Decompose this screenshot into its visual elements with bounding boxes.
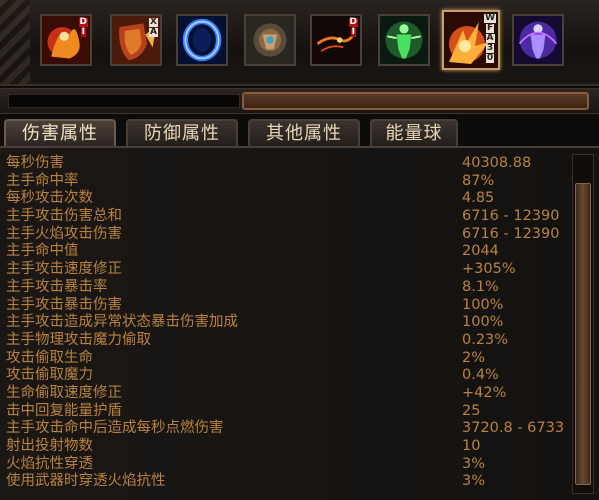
- stat-row: 主手物理攻击魔力偷取 0.23%: [6, 331, 566, 349]
- stat-label: 主手攻击伤害总和: [6, 208, 122, 225]
- stat-label: 主手攻击速度修正: [6, 261, 122, 278]
- stat-value: 40308.88: [462, 155, 532, 171]
- stat-row: 主手命中率 87%: [6, 172, 566, 190]
- stat-label: 主手命中值: [6, 243, 79, 260]
- stat-row: 射出投射物数 10: [6, 437, 566, 455]
- stat-row: 主手攻击速度修正 +305%: [6, 260, 566, 278]
- empty-bar: [8, 94, 240, 108]
- skill-tag: 0: [485, 53, 495, 63]
- skill-tags: XA: [149, 18, 158, 38]
- skill-tag: 3: [485, 43, 495, 53]
- skill-tag: I: [350, 27, 356, 37]
- stat-value: 6716 - 12390: [462, 208, 560, 225]
- stat-value: 10: [462, 438, 481, 454]
- stat-row: 主手火焰攻击伤害 6716 - 12390: [6, 225, 566, 243]
- stat-value: 25: [462, 402, 481, 419]
- stat-row: 攻击偷取生命 2%: [6, 349, 566, 367]
- tab-defense[interactable]: 防御属性: [126, 119, 238, 147]
- stat-value: 100%: [462, 296, 504, 313]
- stat-row: 使用武器时穿透火焰抗性 3%: [6, 472, 566, 490]
- stat-row: 主手攻击暴击伤害 100%: [6, 296, 566, 314]
- skill-tags: WFA30: [484, 14, 496, 64]
- stat-label: 攻击偷取生命: [6, 349, 93, 366]
- skill-bar: DI XA DI WFA30: [0, 0, 599, 86]
- stat-label: 主手火焰攻击伤害: [6, 225, 122, 242]
- stat-row: 每秒攻击次数 4.85: [6, 189, 566, 207]
- skill-tags: DI: [348, 17, 358, 38]
- stats-list: 每秒伤害 40308.88 主手命中率 87% 每秒攻击次数 4.85 主手攻击伤害总和 67…: [6, 154, 566, 498]
- tab-other[interactable]: 其他属性: [248, 119, 360, 147]
- stat-value: 2044: [462, 243, 499, 260]
- blue-portal-skill-icon[interactable]: [176, 14, 228, 66]
- stat-value: 3%: [462, 455, 486, 472]
- scrollbar[interactable]: [572, 154, 594, 494]
- shield-charge-skill-icon[interactable]: XA: [110, 14, 162, 66]
- skill-tag: A: [149, 27, 158, 37]
- stat-label: 射出投射物数: [6, 438, 93, 454]
- stat-row: 火焰抗性穿透 3%: [6, 455, 566, 473]
- stat-label: 主手命中率: [6, 172, 79, 189]
- stat-label: 每秒伤害: [6, 155, 64, 171]
- purple-aura-figure-skill-icon[interactable]: [512, 14, 564, 66]
- skill-tags: DI: [78, 17, 88, 38]
- skill-tag: D: [348, 17, 358, 27]
- stat-value: 87%: [462, 172, 495, 189]
- stat-value: +305%: [462, 261, 516, 278]
- mechanical-totem-skill-icon[interactable]: [244, 14, 296, 66]
- stat-label: 攻击偷取魔力: [6, 367, 93, 384]
- stat-label: 火焰抗性穿透: [6, 455, 93, 472]
- stat-row: 主手攻击造成异常状态暴击伤害加成 100%: [6, 313, 566, 331]
- stat-label: 击中回复能量护盾: [6, 402, 122, 419]
- stat-value: 2%: [462, 349, 486, 366]
- stat-value: 6716 - 12390: [462, 225, 560, 242]
- stat-value: 100%: [462, 314, 504, 331]
- tab-damage[interactable]: 伤害属性: [4, 119, 116, 147]
- stat-row: 生命偷取速度修正 +42%: [6, 384, 566, 402]
- stat-value: 0.4%: [462, 367, 499, 384]
- stat-row: 主手命中值 2044: [6, 242, 566, 260]
- stat-label: 生命偷取速度修正: [6, 384, 122, 401]
- fire-burst-skill-icon[interactable]: WFA30: [442, 10, 500, 70]
- stat-label: 主手攻击命中后造成每秒点燃伤害: [6, 420, 224, 437]
- stat-value: 3%: [462, 473, 486, 490]
- stat-label: 主手攻击暴击率: [6, 278, 108, 295]
- resource-bar: [0, 88, 599, 114]
- stat-row: 主手攻击暴击率 8.1%: [6, 278, 566, 296]
- skill-tag: W: [484, 13, 496, 23]
- experience-bar: [242, 92, 589, 110]
- skill-tag: D: [78, 17, 88, 27]
- stat-value: +42%: [462, 384, 507, 401]
- stat-value: 4.85: [462, 190, 495, 207]
- stat-value: 3720.8 - 6733: [462, 420, 565, 437]
- flame-warrior-skill-icon[interactable]: DI: [40, 14, 92, 66]
- stat-tabs: 伤害属性 防御属性 其他属性 能量球: [0, 117, 599, 147]
- stat-label: 主手物理攻击魔力偷取: [6, 331, 151, 348]
- skill-tag: X: [149, 17, 158, 27]
- green-aura-figure-skill-icon[interactable]: [378, 14, 430, 66]
- stat-row: 攻击偷取魔力 0.4%: [6, 366, 566, 384]
- stat-label: 每秒攻击次数: [6, 190, 93, 207]
- scrollbar-thumb[interactable]: [575, 183, 591, 485]
- skill-tag: A: [485, 33, 495, 43]
- fire-arrow-skill-icon[interactable]: DI: [310, 14, 362, 66]
- stat-value: 8.1%: [462, 278, 499, 295]
- stat-row: 每秒伤害 40308.88: [6, 154, 566, 172]
- stats-panel: 每秒伤害 40308.88 主手命中率 87% 每秒攻击次数 4.85 主手攻击伤害总和 67…: [0, 146, 599, 500]
- skill-tag: I: [80, 27, 86, 37]
- skill-tag: F: [485, 23, 495, 33]
- stat-label: 主手攻击造成异常状态暴击伤害加成: [6, 314, 238, 331]
- tab-energy-orbs[interactable]: 能量球: [370, 119, 458, 147]
- stat-row: 主手攻击伤害总和 6716 - 12390: [6, 207, 566, 225]
- stat-row: 主手攻击命中后造成每秒点燃伤害 3720.8 - 6733: [6, 419, 566, 437]
- stat-label: 主手攻击暴击伤害: [6, 296, 122, 313]
- stat-label: 使用武器时穿透火焰抗性: [6, 473, 166, 490]
- stat-row: 击中回复能量护盾 25: [6, 402, 566, 420]
- stat-value: 0.23%: [462, 331, 509, 348]
